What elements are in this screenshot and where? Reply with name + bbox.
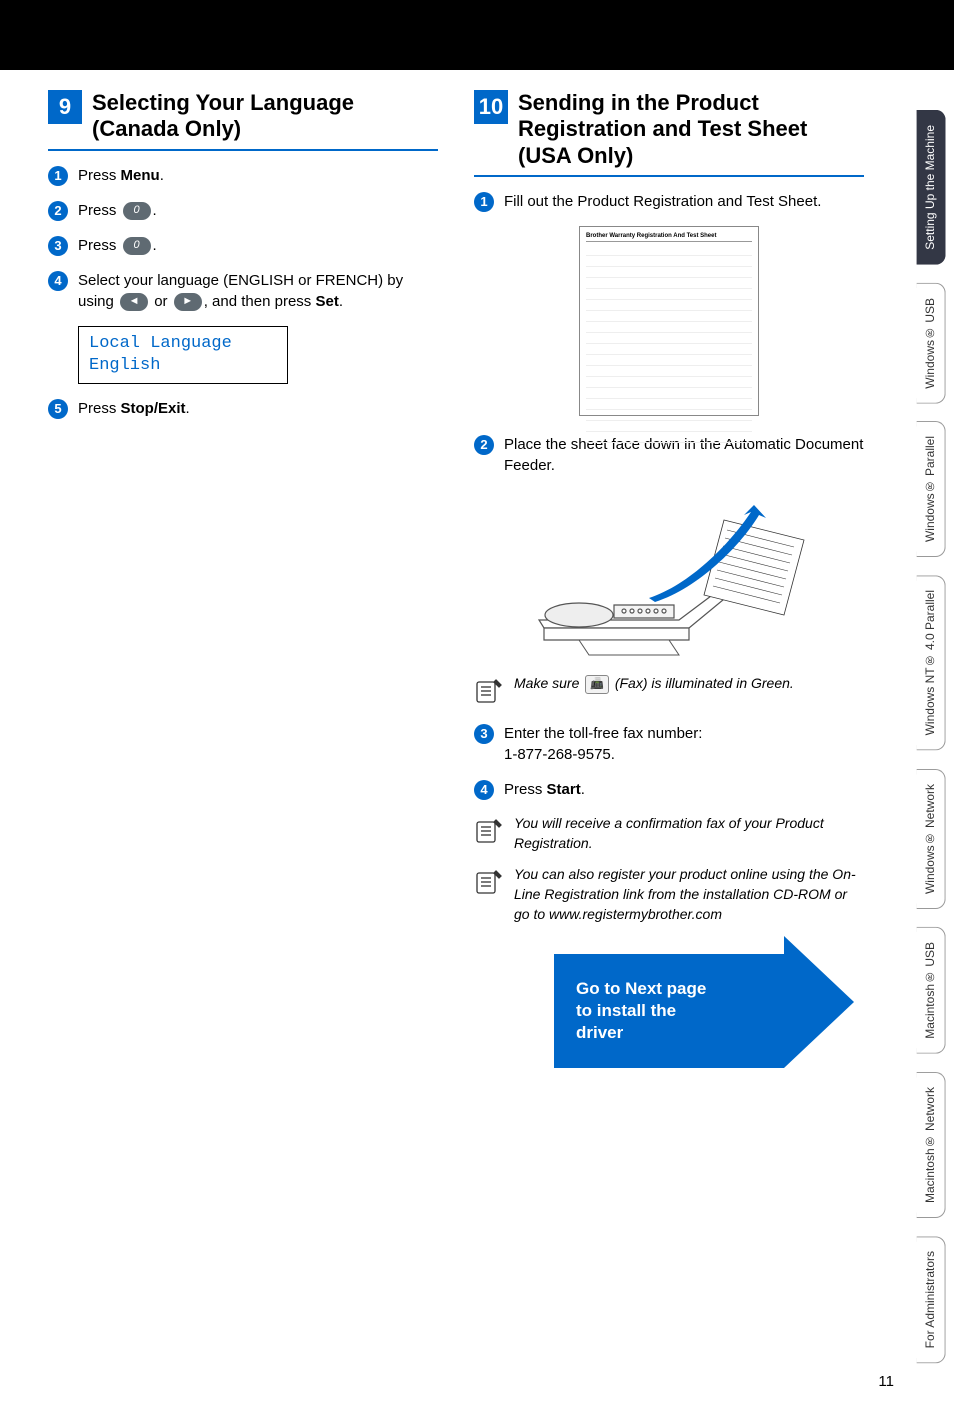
tab-macintosh-usb[interactable]: Macintosh® USB: [917, 927, 946, 1054]
note-online-registration: You can also register your product onlin…: [474, 865, 864, 924]
note-icon: [474, 867, 506, 902]
step-number-icon: 3: [474, 724, 494, 744]
tab-windows-nt-parallel[interactable]: Windows NT® 4.0 Parallel: [917, 575, 946, 750]
step-text: Fill out the Product Registration and Te…: [504, 191, 864, 212]
step-10-4: 4 Press Start.: [474, 779, 864, 800]
tab-windows-usb[interactable]: Windows® USB: [917, 283, 946, 404]
section-10-header: 10 Sending in the Product Registration a…: [474, 90, 864, 177]
lcd-line: English: [89, 355, 277, 377]
tab-setting-up[interactable]: Setting Up the Machine: [917, 110, 946, 265]
text-fragment: Press: [78, 167, 121, 184]
step-text: Press 0.: [78, 235, 438, 256]
step-10-3: 3 Enter the toll-free fax number: 1-877-…: [474, 723, 864, 765]
text-fragment: Press: [78, 237, 121, 254]
registration-form-illustration: Brother Warranty Registration And Test S…: [579, 226, 759, 416]
step-10-1: 1 Fill out the Product Registration and …: [474, 191, 864, 212]
right-arrow-key-icon: ►: [174, 293, 202, 311]
tab-macintosh-network[interactable]: Macintosh® Network: [917, 1072, 946, 1218]
step-number-icon: 1: [474, 192, 494, 212]
next-page-callout: Go to Next page to install the driver: [474, 954, 864, 1068]
section-number-box: 10: [474, 90, 508, 124]
note-text: Make sure 📠 (Fax) is illuminated in Gree…: [514, 674, 864, 694]
step-text: Press Menu.: [78, 165, 438, 186]
note-icon: [474, 816, 506, 851]
keypad-zero-icon: 0: [123, 237, 151, 255]
text-fragment: .: [339, 293, 343, 310]
fax-button-icon: 📠: [585, 675, 609, 694]
document-feeder-illustration: [519, 490, 819, 660]
tab-windows-parallel[interactable]: Windows® Parallel: [917, 421, 946, 557]
step-9-1: 1 Press Menu.: [48, 165, 438, 186]
lcd-display: Local Language English: [78, 326, 288, 384]
note-text: You can also register your product onlin…: [514, 865, 864, 924]
text-fragment: Press: [78, 400, 121, 417]
text-fragment: Enter the toll-free fax number:: [504, 725, 702, 742]
bold-key-name: Start: [547, 781, 581, 798]
text-fragment: .: [160, 167, 164, 184]
note-icon: [474, 676, 506, 711]
text-fragment: Press: [504, 781, 547, 798]
bold-key-name: Stop/Exit: [121, 400, 186, 417]
text-fragment: .: [186, 400, 190, 417]
column-right: 10 Sending in the Product Registration a…: [474, 90, 864, 1333]
step-number-icon: 4: [474, 780, 494, 800]
page-body: 9 Selecting Your Language (Canada Only) …: [0, 70, 954, 1363]
step-text: Press Start.: [504, 779, 864, 800]
step-text: Press 0.: [78, 200, 438, 221]
step-text: Select your language (ENGLISH or FRENCH)…: [78, 270, 438, 312]
text-fragment: Make sure: [514, 675, 583, 691]
step-text: Press Stop/Exit.: [78, 398, 438, 419]
text-fragment: .: [153, 237, 157, 254]
step-9-5: 5 Press Stop/Exit.: [48, 398, 438, 419]
main-content: 9 Selecting Your Language (Canada Only) …: [0, 70, 894, 1363]
column-left: 9 Selecting Your Language (Canada Only) …: [48, 90, 438, 1333]
text-fragment: .: [153, 202, 157, 219]
section-number-box: 9: [48, 90, 82, 124]
side-tab-strip: Setting Up the Machine Windows® USB Wind…: [894, 70, 954, 1363]
bold-key-name: Set: [315, 293, 338, 310]
note-confirmation: You will receive a confirmation fax of y…: [474, 814, 864, 853]
step-text: Enter the toll-free fax number: 1-877-26…: [504, 723, 864, 765]
text-fragment: or: [150, 293, 172, 310]
bold-key-name: Menu: [121, 167, 160, 184]
step-9-4: 4 Select your language (ENGLISH or FRENC…: [48, 270, 438, 312]
tab-windows-network[interactable]: Windows® Network: [917, 769, 946, 909]
keypad-zero-icon: 0: [123, 202, 151, 220]
left-arrow-key-icon: ◄: [120, 293, 148, 311]
step-number-icon: 4: [48, 271, 68, 291]
top-header-bar: [0, 0, 954, 70]
text-fragment: .: [581, 781, 585, 798]
form-header-text: Brother Warranty Registration And Test S…: [586, 233, 752, 242]
section-10-title: Sending in the Product Registration and …: [518, 90, 864, 169]
next-cta-text: Go to Next page to install the driver: [576, 979, 706, 1042]
text-fragment: (Fax) is illuminated in Green.: [611, 675, 794, 691]
text-fragment: Press: [78, 202, 121, 219]
note-text: You will receive a confirmation fax of y…: [514, 814, 864, 853]
step-number-icon: 2: [474, 435, 494, 455]
text-fragment: 1-877-268-9575.: [504, 746, 615, 763]
step-number-icon: 2: [48, 201, 68, 221]
text-fragment: , and then press: [204, 293, 316, 310]
step-number-icon: 1: [48, 166, 68, 186]
page-number: 11: [0, 1363, 954, 1420]
lcd-line: Local Language: [89, 333, 277, 355]
step-9-3: 3 Press 0.: [48, 235, 438, 256]
note-fax-light: Make sure 📠 (Fax) is illuminated in Gree…: [474, 674, 864, 711]
step-number-icon: 5: [48, 399, 68, 419]
section-9-header: 9 Selecting Your Language (Canada Only): [48, 90, 438, 151]
step-9-2: 2 Press 0.: [48, 200, 438, 221]
go-to-next-page-arrow[interactable]: Go to Next page to install the driver: [554, 954, 784, 1068]
tab-for-administrators[interactable]: For Administrators: [917, 1236, 946, 1363]
step-number-icon: 3: [48, 236, 68, 256]
section-9-title: Selecting Your Language (Canada Only): [92, 90, 438, 143]
